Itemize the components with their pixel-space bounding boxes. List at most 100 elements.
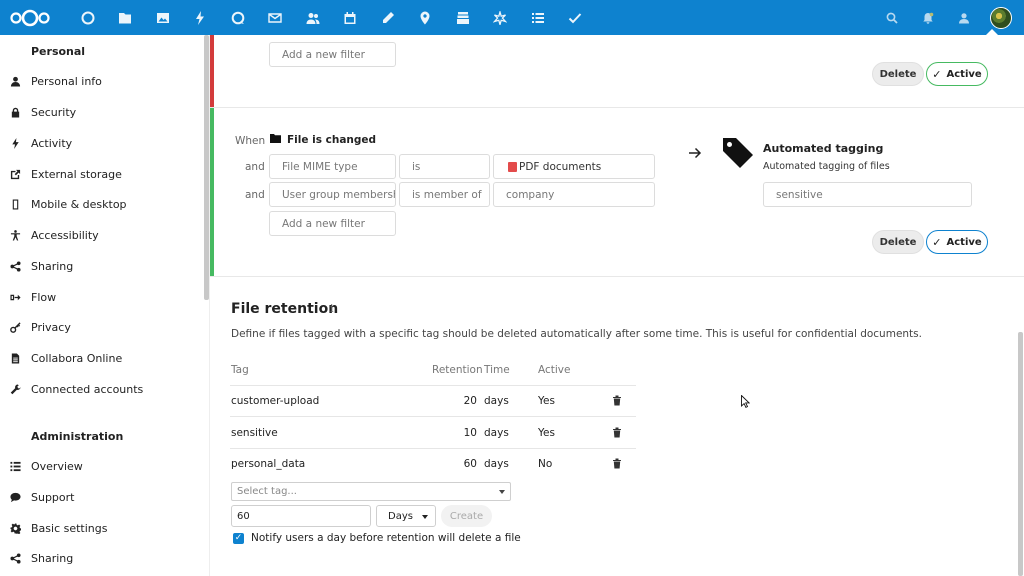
add-filter-input[interactable]: Add a new filter — [269, 42, 396, 67]
dashboard-icon[interactable] — [69, 0, 107, 35]
table-divider — [230, 448, 636, 449]
table-cell-active: Yes — [538, 395, 555, 407]
sidebar-item-connected-accounts[interactable]: Connected accounts — [0, 377, 200, 401]
sidebar-item-label: Support — [31, 490, 75, 504]
sidebar-item-sharing[interactable]: Sharing — [0, 254, 200, 278]
filter-value-text: PDF documents — [519, 160, 602, 173]
nextcloud-logo[interactable] — [9, 0, 51, 35]
active-rule-button[interactable]: ✓ Active — [926, 62, 988, 86]
key-icon — [9, 321, 21, 333]
sidebar-item-label: Connected accounts — [31, 382, 144, 396]
table-cell-active: Yes — [538, 427, 555, 439]
delete-rule-button[interactable]: Delete — [872, 230, 924, 254]
sidebar-item-label: Overview — [31, 459, 83, 473]
retention-unit-value: Days — [388, 510, 413, 522]
filter-field-select[interactable]: User group membership — [269, 182, 396, 207]
search-icon[interactable] — [874, 0, 910, 35]
main-scrollbar[interactable] — [1018, 332, 1023, 576]
folder-icon — [270, 133, 281, 143]
delete-rule-button[interactable]: Delete — [872, 62, 924, 86]
app-menu — [69, 0, 594, 35]
chevron-down-icon — [422, 515, 428, 519]
header-right — [874, 0, 1024, 35]
retention-unit-dropdown[interactable]: Days — [376, 505, 436, 527]
talk-icon[interactable] — [219, 0, 257, 35]
active-rule-button[interactable]: ✓ Active — [926, 230, 988, 254]
flow-icon — [9, 291, 21, 303]
sidebar-item-basic-settings[interactable]: Basic settings — [0, 516, 200, 540]
notify-label[interactable]: Notify users a day before retention will… — [251, 532, 521, 544]
calendar-icon[interactable] — [332, 0, 370, 35]
mouse-cursor-icon — [741, 394, 751, 409]
filter-operator-select[interactable]: is — [399, 154, 490, 179]
document-icon — [9, 352, 21, 364]
sidebar-item-collabora-online[interactable]: Collabora Online — [0, 346, 200, 370]
deck-icon[interactable] — [444, 0, 482, 35]
trash-icon[interactable] — [612, 427, 622, 438]
maps-icon[interactable] — [407, 0, 445, 35]
sidebar-item-mobile-desktop[interactable]: Mobile & desktop — [0, 192, 200, 216]
sidebar-item-security[interactable]: Security — [0, 100, 200, 124]
check-icon: ✓ — [932, 235, 942, 249]
sidebar-item-label: Security — [31, 105, 77, 119]
contacts-icon[interactable] — [294, 0, 332, 35]
sidebar-item-label: Activity — [31, 136, 73, 150]
check-icon: ✓ — [932, 67, 942, 81]
retention-amount-input[interactable]: 60 — [231, 505, 371, 527]
create-button[interactable]: Create — [441, 505, 492, 527]
sidebar-item-admin-sharing[interactable]: Sharing — [0, 546, 200, 570]
share-icon — [9, 552, 21, 564]
photos-icon[interactable] — [144, 0, 182, 35]
operation-description: Automated tagging of files — [763, 161, 890, 172]
select-tag-dropdown[interactable]: Select tag... — [231, 482, 511, 501]
checkmark-icon[interactable] — [557, 0, 595, 35]
accessibility-icon — [9, 229, 21, 241]
sidebar-item-privacy[interactable]: Privacy — [0, 315, 200, 339]
sidebar-scrollbar[interactable] — [204, 35, 209, 300]
sidebar-item-activity[interactable]: Activity — [0, 131, 200, 155]
sidebar-item-label: Sharing — [31, 259, 74, 273]
table-cell-retention: 20 — [463, 395, 477, 407]
sidebar-item-external-storage[interactable]: External storage — [0, 162, 200, 186]
activity-icon — [9, 137, 21, 149]
activity-icon[interactable] — [182, 0, 220, 35]
contacts-menu-icon[interactable] — [946, 0, 982, 35]
table-cell-tag: personal_data — [231, 458, 306, 470]
gear-icon — [9, 522, 21, 534]
user-avatar[interactable] — [990, 6, 1012, 29]
tasks-icon[interactable] — [519, 0, 557, 35]
column-header-retention: Retention — [432, 364, 483, 376]
main-content: Add a new filter Delete ✓ Active When Fi… — [210, 35, 1024, 576]
add-filter-input[interactable]: Add a new filter — [269, 211, 396, 236]
notify-checkbox[interactable]: ✓ — [233, 533, 244, 544]
sidebar-item-support[interactable]: Support — [0, 485, 200, 509]
sidebar-item-label: Flow — [31, 290, 57, 304]
sidebar-item-overview[interactable]: Overview — [0, 454, 200, 478]
list-icon — [9, 460, 21, 472]
social-icon[interactable] — [482, 0, 520, 35]
user-icon — [9, 75, 21, 87]
info-icon[interactable]: i — [330, 302, 334, 315]
event-label: File is changed — [287, 134, 377, 146]
sidebar-item-accessibility[interactable]: Accessibility — [0, 223, 200, 247]
rule-status-bar — [210, 108, 214, 276]
filter-value-input[interactable]: company — [493, 182, 655, 207]
sidebar-item-personal-info[interactable]: Personal info — [0, 69, 200, 93]
mail-icon[interactable] — [257, 0, 295, 35]
wrench-icon — [9, 383, 21, 395]
sidebar-item-label: Basic settings — [31, 521, 108, 535]
sidebar-item-flow[interactable]: Flow — [0, 285, 200, 309]
notes-icon[interactable] — [369, 0, 407, 35]
filter-value-select[interactable]: PDF documents — [493, 154, 655, 179]
filter-operator-select[interactable]: is member of — [399, 182, 490, 207]
trash-icon[interactable] — [612, 395, 622, 406]
tag-select-input[interactable]: sensitive — [763, 182, 972, 207]
sidebar-item-label: Personal info — [31, 74, 102, 88]
filter-field-select[interactable]: File MIME type — [269, 154, 396, 179]
trash-icon[interactable] — [612, 458, 622, 469]
administration-heading: Administration — [31, 430, 124, 443]
sidebar-item-label: Accessibility — [31, 228, 99, 242]
notifications-icon[interactable] — [910, 0, 946, 35]
files-icon[interactable] — [107, 0, 145, 35]
top-header — [0, 0, 1024, 35]
